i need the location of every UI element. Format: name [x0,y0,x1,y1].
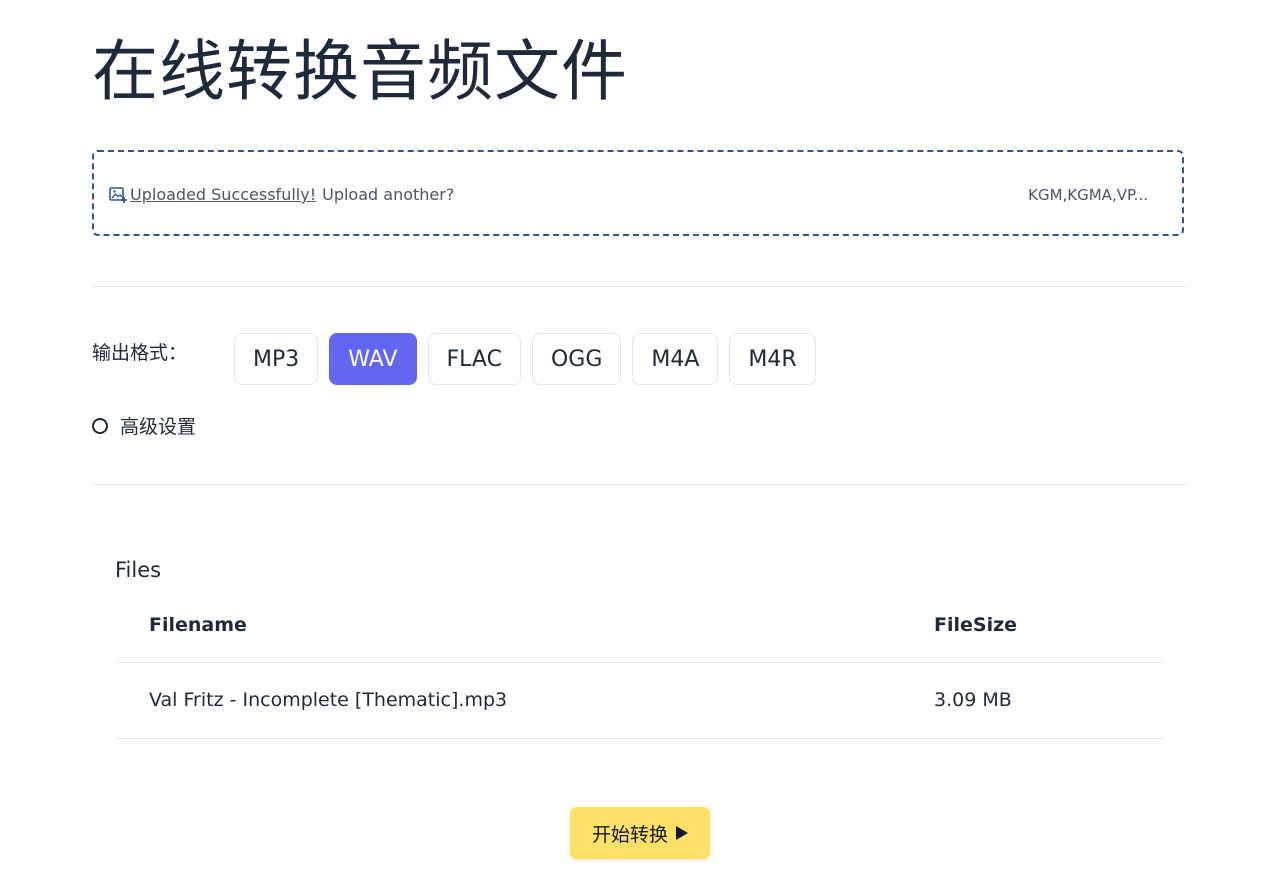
divider [92,484,1188,485]
start-convert-label: 开始转换 [591,823,668,846]
files-heading: Files [115,558,162,582]
format-button-group: MP3 WAV FLAC OGG M4A M4R [234,333,816,385]
output-format-label: 输出格式： [92,342,188,364]
image-upload-icon [108,185,128,205]
upload-success-link[interactable]: Uploaded Successfully! [130,184,316,206]
radio-circle-icon[interactable] [92,417,108,434]
table-row: Val Fritz - Incomplete [Thematic].mp3 3.… [115,663,1165,739]
format-button-m4r[interactable]: M4R [729,333,816,385]
page: 在线转换音频文件 Uploaded Successfully! Upload a… [0,0,1280,892]
files-table: Filename FileSize Val Fritz - Incomplete… [115,600,1165,739]
upload-another-link[interactable]: Upload another? [322,184,454,206]
column-header-filename: Filename [149,614,247,636]
play-icon [676,826,688,840]
format-button-flac[interactable]: FLAC [427,333,521,385]
table-header-row: Filename FileSize [115,600,1165,663]
upload-status: Uploaded Successfully! Upload another? [108,184,454,206]
format-button-wav[interactable]: WAV [329,333,417,385]
divider [92,286,1188,287]
format-button-mp3[interactable]: MP3 [234,333,319,385]
advanced-settings-label: 高级设置 [120,416,197,438]
file-size: 3.09 MB [934,689,1012,711]
upload-dropzone[interactable]: Uploaded Successfully! Upload another? K… [92,150,1184,236]
column-header-filesize: FileSize [934,614,1018,636]
supported-formats: KGM,KGMA,VP... [1028,186,1148,204]
format-button-ogg[interactable]: OGG [531,333,622,385]
file-name: Val Fritz - Incomplete [Thematic].mp3 [149,689,508,711]
start-convert-button[interactable]: 开始转换 [570,807,710,859]
format-button-m4a[interactable]: M4A [632,333,719,385]
advanced-settings-toggle[interactable]: 高级设置 [92,412,196,439]
page-title: 在线转换音频文件 [92,33,628,110]
